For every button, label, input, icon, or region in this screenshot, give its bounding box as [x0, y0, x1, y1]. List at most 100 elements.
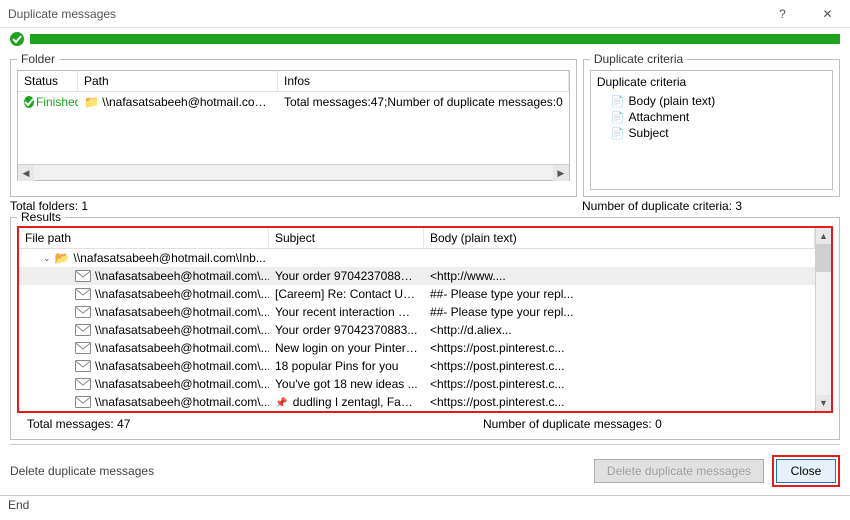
folder-grid: Status Path Infos Finished 📁	[17, 70, 570, 181]
folder-hscroll[interactable]: ◀ ▶	[18, 164, 569, 180]
scroll-thumb[interactable]	[816, 244, 831, 272]
status-finished: Finished	[24, 95, 72, 109]
folder-row[interactable]: Finished 📁 \\nafasatsabeeh@hotmail.com\I…	[18, 92, 569, 112]
expand-icon[interactable]: ⌄	[23, 253, 51, 264]
row-file-path: \\nafasatsabeeh@hotmail.com\...	[95, 323, 269, 337]
delete-duplicates-button[interactable]: Delete duplicate messages	[594, 459, 764, 483]
close-button-highlight: Close	[772, 455, 840, 487]
results-row[interactable]: \\nafasatsabeeh@hotmail.com\...Your orde…	[19, 321, 815, 339]
mail-icon	[75, 342, 91, 354]
row-body: ##- Please type your repl...	[424, 286, 815, 302]
results-fieldset: Results File path Subject Body (plain te…	[10, 217, 840, 440]
results-row[interactable]: \\nafasatsabeeh@hotmail.com\...📌 dudling…	[19, 393, 815, 411]
progress-row	[0, 28, 850, 52]
criteria-inner-title: Duplicate criteria	[597, 75, 826, 89]
titlebar: Duplicate messages ? ✕	[0, 0, 850, 28]
row-file-path: \\nafasatsabeeh@hotmail.com\...	[95, 359, 269, 373]
mail-icon	[75, 324, 91, 336]
scroll-right-icon[interactable]: ▶	[553, 165, 569, 181]
results-duplicates-label: Number of duplicate messages: 0	[483, 417, 823, 431]
progress-complete-icon	[10, 32, 24, 46]
row-subject: You've got 18 new ideas ...	[269, 376, 424, 392]
col-infos[interactable]: Infos	[278, 71, 569, 91]
results-row[interactable]: \\nafasatsabeeh@hotmail.com\...[Careem] …	[19, 285, 815, 303]
row-file-path: \\nafasatsabeeh@hotmail.com\...	[95, 269, 269, 283]
folder-grid-header: Status Path Infos	[18, 71, 569, 92]
col-body[interactable]: Body (plain text)	[424, 228, 815, 248]
mail-icon	[75, 378, 91, 390]
folder-open-icon: 📂	[55, 251, 70, 265]
row-body: <https://post.pinterest.c...	[424, 376, 815, 392]
col-file-path[interactable]: File path	[19, 228, 269, 248]
statusbar: End	[0, 495, 850, 513]
delete-section-label: Delete duplicate messages	[10, 464, 586, 478]
folder-fieldset: Folder Status Path Infos Finished	[10, 52, 577, 197]
results-row[interactable]: \\nafasatsabeeh@hotmail.com\...You've go…	[19, 375, 815, 393]
row-body: <https://post.pinterest.c...	[424, 394, 815, 410]
row-subject: 18 popular Pins for you	[269, 358, 424, 374]
scroll-up-icon[interactable]: ▲	[816, 228, 831, 244]
mail-icon	[75, 288, 91, 300]
row-subject: Your order 97042370883...	[269, 322, 424, 338]
criteria-item[interactable]: 📄 Subject	[597, 125, 826, 141]
col-path[interactable]: Path	[78, 71, 278, 91]
row-file-path: \\nafasatsabeeh@hotmail.com\...	[95, 305, 269, 319]
row-body: ##- Please type your repl...	[424, 304, 815, 320]
tree-root-row[interactable]: ⌄ 📂 \\nafasatsabeeh@hotmail.com\Inb...	[19, 249, 815, 267]
mail-icon	[75, 360, 91, 372]
folder-legend: Folder	[17, 52, 59, 66]
results-vscroll[interactable]: ▲ ▼	[815, 228, 831, 411]
row-file-path: \\nafasatsabeeh@hotmail.com\...	[95, 287, 269, 301]
criteria-count-label: Number of duplicate criteria: 3	[582, 199, 840, 213]
row-subject: Your recent interaction wi...	[269, 304, 424, 320]
criteria-item-label: Subject	[629, 126, 669, 140]
row-subject: Your order 970423708834...	[269, 268, 424, 284]
tree-root-label: \\nafasatsabeeh@hotmail.com\Inb...	[74, 251, 266, 265]
bottom-bar: Delete duplicate messages Delete duplica…	[0, 449, 850, 495]
window-close-button[interactable]: ✕	[805, 0, 850, 28]
mail-icon	[75, 306, 91, 318]
folder-infos: Total messages:47;Number of duplicate me…	[278, 93, 569, 111]
pin-icon: 📌	[275, 398, 287, 409]
col-subject[interactable]: Subject	[269, 228, 424, 248]
total-folders-label: Total folders: 1	[10, 199, 582, 213]
row-subject: [Careem] Re: Contact Us ...	[269, 286, 424, 302]
results-header: File path Subject Body (plain text)	[19, 228, 815, 249]
criteria-fieldset: Duplicate criteria Duplicate criteria 📄 B…	[583, 52, 840, 197]
results-grid: File path Subject Body (plain text) ⌄ 📂 …	[19, 228, 815, 411]
row-body: <http://d.aliex...	[424, 322, 815, 338]
window-title: Duplicate messages	[8, 7, 760, 21]
row-file-path: \\nafasatsabeeh@hotmail.com\...	[95, 377, 269, 391]
criteria-item[interactable]: 📄 Attachment	[597, 109, 826, 125]
results-row[interactable]: \\nafasatsabeeh@hotmail.com\...Your rece…	[19, 303, 815, 321]
criteria-item-label: Attachment	[629, 110, 690, 124]
row-body: <http://www....	[424, 268, 815, 284]
close-button[interactable]: Close	[776, 459, 836, 483]
folder-icon: 📁	[84, 95, 99, 109]
criteria-item[interactable]: 📄 Body (plain text)	[597, 93, 826, 109]
progress-bar	[30, 34, 840, 44]
scroll-down-icon[interactable]: ▼	[816, 395, 831, 411]
criteria-icon: 📄	[611, 111, 625, 124]
folder-path: \\nafasatsabeeh@hotmail.com\I...	[102, 95, 278, 109]
scroll-left-icon[interactable]: ◀	[18, 165, 34, 181]
separator	[10, 444, 840, 445]
criteria-icon: 📄	[611, 95, 625, 108]
col-status[interactable]: Status	[18, 71, 78, 91]
row-body: <https://post.pinterest.c...	[424, 340, 815, 356]
check-icon	[24, 96, 34, 108]
row-subject: New login on your Pintere...	[269, 340, 424, 356]
row-subject: 📌 dudling I zentagl, Fashi...	[269, 394, 424, 410]
row-body: <https://post.pinterest.c...	[424, 358, 815, 374]
criteria-icon: 📄	[611, 127, 625, 140]
criteria-legend: Duplicate criteria	[590, 52, 687, 66]
results-row[interactable]: \\nafasatsabeeh@hotmail.com\...New login…	[19, 339, 815, 357]
results-row[interactable]: \\nafasatsabeeh@hotmail.com\...Your orde…	[19, 267, 815, 285]
row-file-path: \\nafasatsabeeh@hotmail.com\...	[95, 395, 269, 409]
results-row[interactable]: \\nafasatsabeeh@hotmail.com\...18 popula…	[19, 357, 815, 375]
criteria-item-label: Body (plain text)	[629, 94, 716, 108]
criteria-list: Duplicate criteria 📄 Body (plain text) 📄 At…	[590, 70, 833, 190]
help-button[interactable]: ?	[760, 0, 805, 28]
results-legend: Results	[17, 210, 65, 224]
mail-icon	[75, 396, 91, 408]
